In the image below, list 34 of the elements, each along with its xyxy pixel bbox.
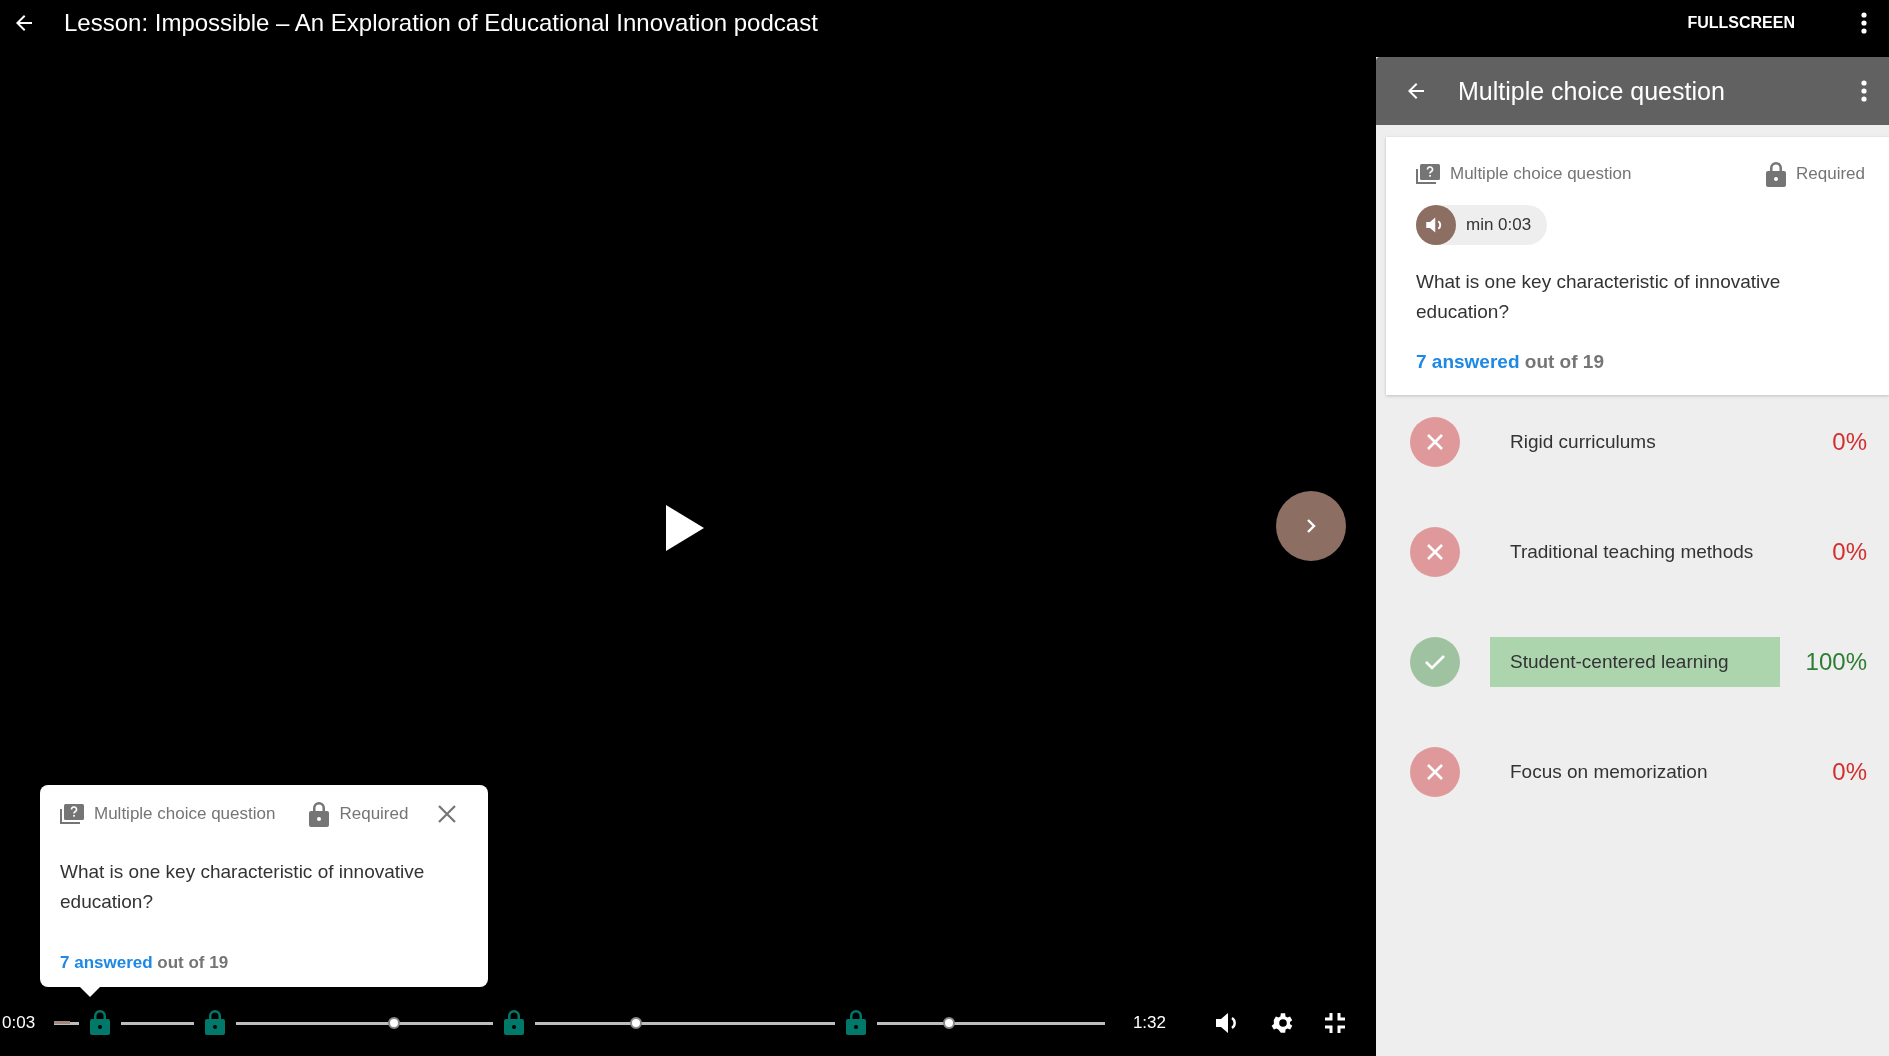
duration: 1:32 [1131,1013,1166,1033]
answer-percent: 100% [1805,648,1867,676]
panel-title: Multiple choice question [1458,76,1725,106]
question-cards-icon [60,804,84,824]
answer-option-label: Rigid curriculums [1509,430,1657,454]
fullscreen-button[interactable]: FULLSCREEN [1681,12,1801,33]
timeline-marker[interactable] [943,1017,956,1029]
required-label: Required [1796,164,1865,184]
more-options-icon[interactable] [1861,80,1867,102]
answer-percent: 0% [1832,538,1867,566]
lesson-title: Lesson: Impossible – An Exploration of Educational Innovation podcast [64,8,818,37]
required-label: Required [339,804,409,824]
answer-option-label: Focus on memorization [1509,760,1709,784]
timeline-marker[interactable] [630,1017,643,1029]
lock-icon [1766,161,1786,187]
close-icon[interactable] [438,805,457,823]
answer-option-label: Traditional teaching methods [1509,540,1755,564]
play-icon[interactable] [666,505,704,551]
question-type-label: Multiple choice question [1450,164,1632,184]
timeline-marker[interactable] [388,1017,401,1029]
lock-icon [309,801,330,827]
answered-count: 7 answered out of 19 [1416,351,1605,373]
question-cards-icon [1416,164,1440,184]
answer-percent: 0% [1832,428,1867,456]
audio-timestamp-chip[interactable]: min 0:03 [1416,205,1548,245]
answer-option-label: Student-centered learning [1490,637,1780,687]
question-text: What is one key characteristic of innovative education? [60,860,426,914]
answer-percent: 0% [1832,758,1867,786]
question-text: What is one key characteristic of innovative education? [1416,270,1782,324]
more-options-icon[interactable] [1861,11,1867,34]
answered-count: 7 answered out of 19 [60,953,230,973]
exit-fullscreen-icon[interactable] [1324,1012,1346,1034]
question-type-label: Multiple choice question [94,804,276,824]
current-time: 0:03 [1,1013,37,1033]
